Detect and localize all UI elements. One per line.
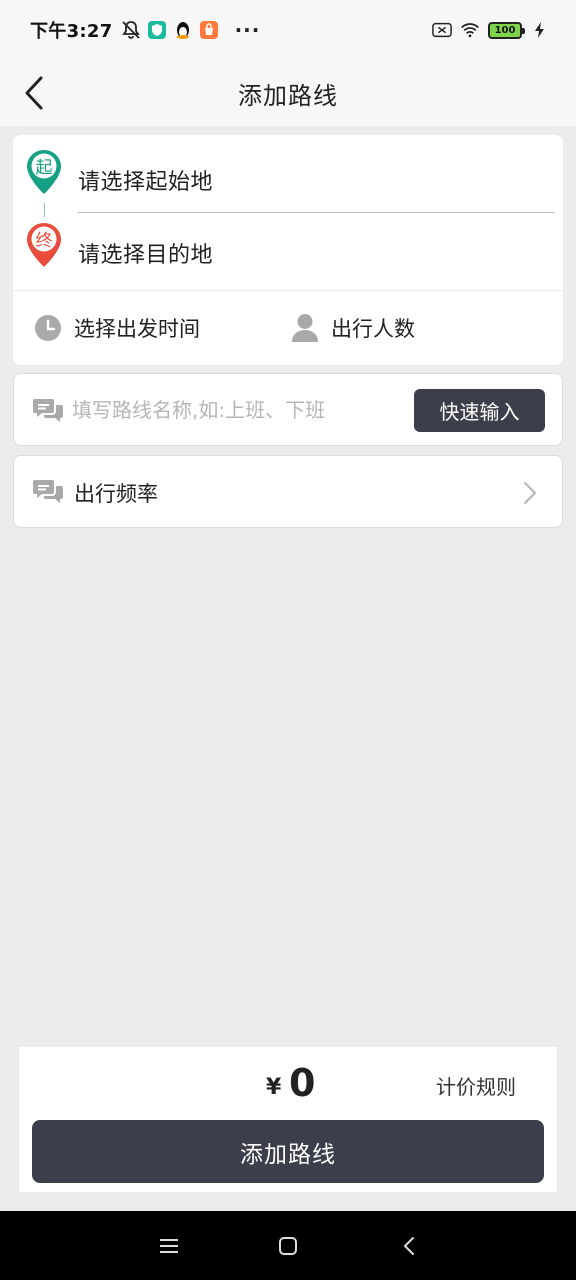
pricing-rules-link[interactable]: 计价规则	[436, 1071, 516, 1100]
travel-frequency-selector[interactable]: 出行频率	[13, 455, 563, 528]
chevron-left-icon	[25, 76, 43, 110]
person-icon	[292, 314, 318, 342]
menu-icon	[160, 1239, 178, 1253]
menu-button[interactable]	[154, 1231, 184, 1261]
battery-indicator: 100	[488, 21, 525, 39]
route-name-card: 快速输入	[13, 373, 563, 446]
system-back-button[interactable]	[394, 1231, 424, 1261]
shopping-app-icon	[199, 20, 219, 40]
route-card: 起 请选择起始地 终 请选择目的地 选择出发时间 出行人数	[13, 135, 563, 365]
trip-meta-row: 选择出发时间 出行人数	[13, 291, 563, 365]
add-route-button[interactable]: 添加路线	[32, 1120, 544, 1183]
route-divider	[78, 212, 555, 213]
back-arrow-icon	[404, 1237, 414, 1255]
currency-symbol: ¥	[266, 1075, 282, 1100]
page-title: 添加路线	[238, 81, 338, 110]
quick-input-button[interactable]: 快速输入	[414, 389, 545, 432]
shield-app-icon	[147, 20, 167, 40]
departure-time-label: 选择出发时间	[74, 317, 200, 341]
travel-frequency-label: 出行频率	[74, 482, 158, 506]
bell-muted-icon	[121, 20, 141, 40]
home-square-icon	[279, 1237, 297, 1255]
start-location-text: 请选择起始地	[78, 170, 214, 195]
back-button[interactable]	[14, 70, 54, 116]
status-time: 下午3:27	[30, 21, 113, 42]
route-connector-line	[44, 203, 45, 217]
route-name-input[interactable]	[72, 390, 402, 430]
status-bar: 下午3:27 ··· 100	[0, 0, 576, 60]
price-value: 0	[289, 1061, 316, 1105]
sim-disabled-icon	[432, 20, 452, 40]
departure-time-selector[interactable]: 选择出发时间	[34, 291, 200, 365]
start-badge-text: 起	[36, 158, 53, 178]
navigation-bar: 添加路线	[0, 60, 576, 126]
wifi-icon	[460, 20, 480, 40]
destination-text: 请选择目的地	[78, 243, 214, 268]
home-button[interactable]	[273, 1231, 303, 1261]
start-location-selector[interactable]: 起 请选择起始地	[13, 148, 563, 212]
destination-pin-icon: 终	[27, 223, 61, 267]
start-location-pin-icon: 起	[27, 150, 61, 194]
destination-selector[interactable]: 终 请选择目的地	[13, 221, 563, 285]
clock-icon	[35, 315, 61, 341]
chat-bubble-icon	[33, 399, 63, 422]
more-notifications: ···	[234, 18, 261, 42]
system-navigation-bar	[0, 1211, 576, 1280]
charging-bolt-icon	[530, 20, 550, 40]
chat-bubble-icon	[33, 480, 63, 503]
chevron-right-icon	[524, 482, 536, 504]
status-system-icons: 100	[432, 20, 550, 40]
penguin-app-icon	[173, 20, 193, 40]
passenger-count-selector[interactable]: 出行人数	[291, 291, 415, 365]
status-notification-icons: ···	[121, 18, 261, 42]
passenger-count-label: 出行人数	[331, 317, 415, 341]
bottom-price-panel: ¥ 0 计价规则 添加路线	[19, 1047, 557, 1192]
end-badge-text: 终	[36, 231, 53, 251]
